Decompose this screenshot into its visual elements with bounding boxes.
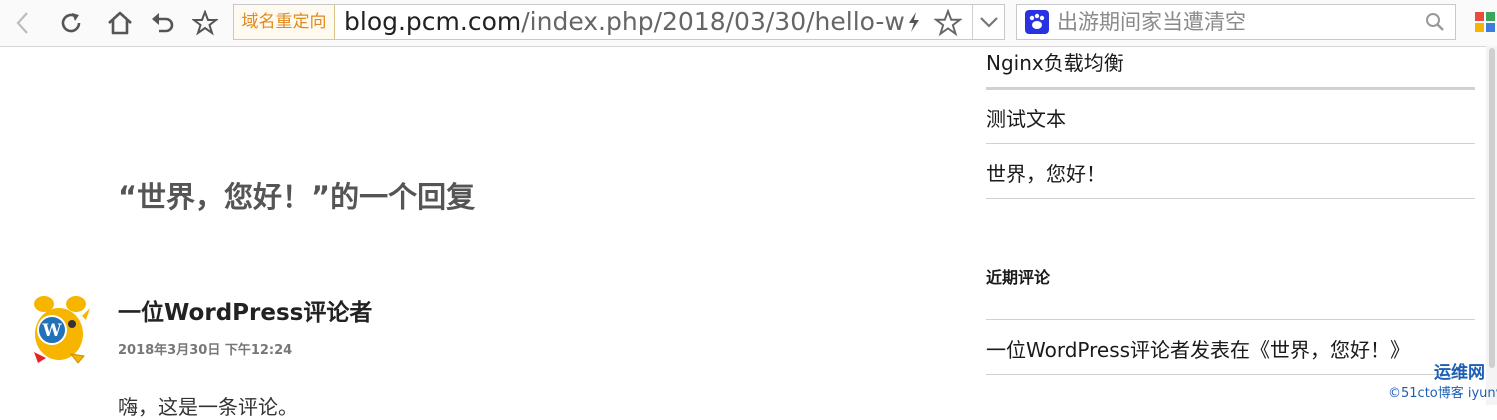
comment-date[interactable]: 2018年3月30日 下午12:24 (118, 339, 292, 358)
apps-grid-icon[interactable] (1475, 12, 1497, 34)
address-bar[interactable]: 域名重定向 blog.pcm.com/index.php/2018/03/30/… (233, 4, 1005, 40)
url-text[interactable]: blog.pcm.com/index.php/2018/03/30/hello-… (344, 5, 904, 39)
url-host: blog.pcm.com (344, 7, 522, 36)
comment-body: 嗨，这是一条评论。 (118, 395, 298, 419)
sidebar-divider (986, 198, 1475, 199)
redirect-tag: 域名重定向 (234, 5, 335, 39)
watermark: 运维网 ©51cto博客 iyunv.com (1388, 358, 1497, 404)
chevron-down-icon[interactable] (978, 13, 1000, 35)
sidebar-divider (986, 319, 1475, 320)
watermark-bottom: ©51cto博客 iyunv.com (1388, 386, 1497, 401)
comments-title: “世界，您好！”的一个回复 (118, 180, 476, 214)
scrollbar-thumb[interactable] (1489, 48, 1495, 368)
address-divider (972, 5, 973, 39)
home-icon[interactable] (105, 8, 135, 38)
comment-author[interactable]: 一位WordPress评论者 (118, 293, 372, 327)
recent-comments-heading: 近期评论 (986, 268, 1051, 287)
search-input[interactable]: 出游期间家当遭清空 (1057, 5, 1246, 39)
back-icon[interactable] (8, 8, 38, 38)
sidebar-link-nginx[interactable]: Nginx负载均衡 (986, 47, 1475, 76)
reload-icon[interactable] (56, 8, 86, 38)
browser-toolbar: 域名重定向 blog.pcm.com/index.php/2018/03/30/… (0, 0, 1497, 47)
sidebar-link-hello-world[interactable]: 世界，您好！ (986, 158, 1475, 187)
watermark-top: 运维网 (1434, 363, 1485, 383)
svg-text:W: W (41, 321, 62, 341)
lightning-icon[interactable] (906, 11, 922, 37)
sidebar-link-test-text[interactable]: 测试文本 (986, 103, 1475, 132)
star-icon[interactable] (933, 8, 963, 41)
undo-icon[interactable] (148, 8, 178, 38)
sidebar-divider (986, 87, 1475, 90)
sidebar-divider (986, 143, 1475, 144)
search-box[interactable]: 出游期间家当遭清空 (1016, 4, 1456, 40)
url-path: /index.php/2018/03/30/hello-world (521, 7, 904, 36)
baidu-paw-icon[interactable] (1025, 10, 1049, 34)
search-icon[interactable] (1425, 12, 1445, 36)
bookmark-star-icon[interactable] (190, 8, 220, 38)
wapuu-avatar: W (26, 292, 92, 364)
